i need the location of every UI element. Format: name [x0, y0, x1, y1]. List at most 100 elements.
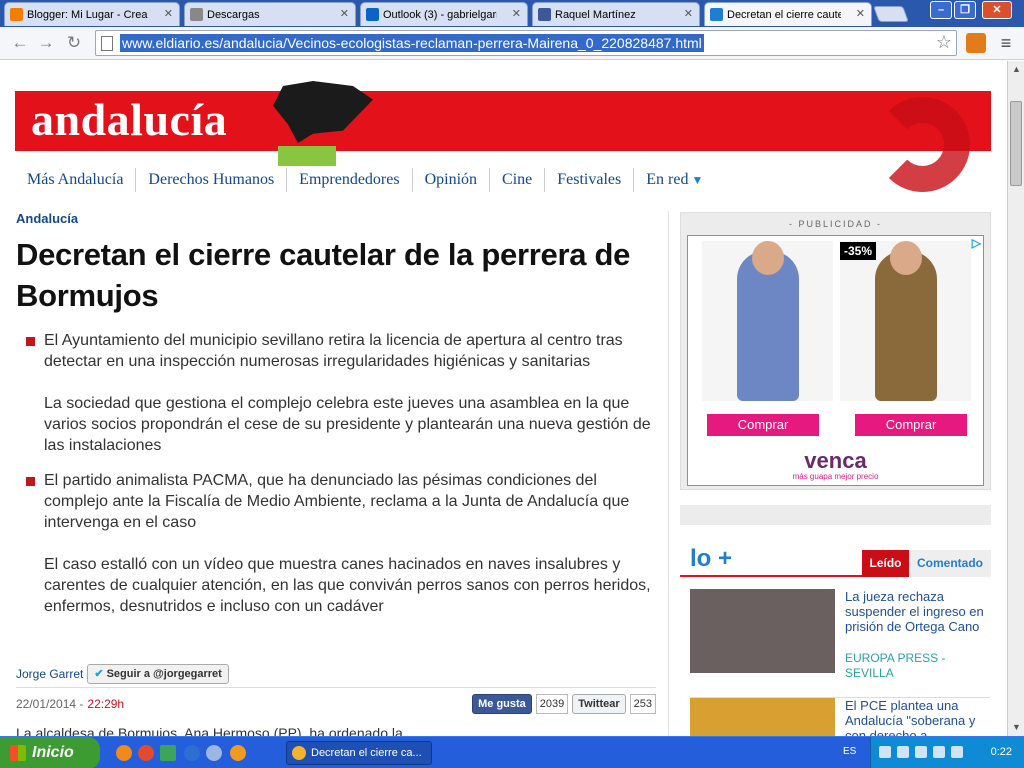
new-tab-button[interactable]	[873, 6, 909, 22]
firefox-icon[interactable]	[230, 745, 246, 761]
summary-paragraph: El partido animalista PACMA, que ha denu…	[44, 472, 630, 531]
reload-icon[interactable]: ↻	[64, 32, 84, 54]
close-tab-icon[interactable]: ✕	[856, 7, 865, 20]
tab-eldiario[interactable]: Decretan el cierre cautel ✕	[704, 2, 872, 26]
nav-festivales[interactable]: Festivales	[545, 168, 635, 192]
tab-leido[interactable]: Leído	[862, 550, 909, 577]
brand-tagline: más guapa mejor precio	[792, 472, 879, 481]
nav-opinion[interactable]: Opinión	[413, 168, 491, 192]
most-popular-item[interactable]: La jueza rechaza suspender el ingreso en…	[690, 589, 990, 689]
taskbar-window-label: Decretan el cierre ca...	[311, 747, 422, 759]
windows-taskbar: Inicio Decretan el cierre ca... ES 0:22	[0, 736, 1024, 768]
rss-icon[interactable]	[966, 33, 986, 53]
discount-badge: -35%	[840, 242, 877, 260]
brand-logo[interactable]: venca	[688, 448, 983, 474]
tray-arrow-icon[interactable]	[879, 746, 891, 758]
start-button[interactable]: Inicio	[0, 737, 100, 768]
volume-icon[interactable]	[933, 746, 945, 758]
clock: 0:22	[990, 746, 1012, 758]
safely-remove-icon[interactable]	[951, 746, 963, 758]
scroll-up-icon[interactable]: ▲	[1009, 62, 1024, 77]
close-tab-icon[interactable]: ✕	[512, 7, 521, 20]
back-arrow-icon[interactable]: ←	[10, 32, 30, 54]
facebook-icon	[538, 8, 551, 21]
nav-derechos-humanos[interactable]: Derechos Humanos	[136, 168, 288, 192]
system-tray: ES 0:22	[843, 737, 1024, 768]
quicklaunch-icon[interactable]	[116, 745, 132, 761]
close-window-button[interactable]: ✕	[982, 1, 1012, 19]
close-tab-icon[interactable]: ✕	[164, 7, 173, 20]
nav-cine[interactable]: Cine	[490, 168, 546, 192]
scroll-down-icon[interactable]: ▼	[1009, 720, 1024, 735]
most-popular-widget: lo + Leído Comentado La jueza rechaza su…	[680, 545, 991, 736]
article: Andalucía Decretan el cierre cautelar de…	[16, 211, 656, 617]
nav-mas-andalucia[interactable]: Más Andalucía	[15, 168, 137, 192]
ad-creative[interactable]: -35% ▷ Comprar Comprar venca más guapa m…	[687, 235, 984, 486]
tab-title: Descargas	[207, 8, 260, 21]
maximize-button[interactable]: ❐	[954, 1, 976, 19]
tab-descargas[interactable]: Descargas ✕	[184, 2, 356, 26]
bullet-square-icon	[26, 337, 35, 346]
tab-blogger[interactable]: Blogger: Mi Lugar - Crea ✕	[4, 2, 180, 26]
bookmark-star-icon[interactable]: ☆	[936, 32, 952, 53]
download-icon	[190, 8, 203, 21]
decorative-circle	[875, 97, 970, 192]
twitter-tweet-button[interactable]: Twittear	[572, 694, 626, 714]
ie-icon[interactable]	[184, 745, 200, 761]
address-bar[interactable]: www.eldiario.es/andalucia/Vecinos-ecolog…	[95, 30, 957, 56]
section-logo[interactable]: andalucía	[31, 93, 227, 146]
chrome-icon[interactable]	[138, 745, 154, 761]
vertical-scrollbar[interactable]: ▲ ▼	[1007, 61, 1024, 736]
blogger-icon	[10, 8, 23, 21]
menu-icon[interactable]: ≡	[996, 33, 1016, 53]
facebook-like-button[interactable]: Me gusta	[472, 694, 532, 714]
section-nav: Más Andalucía Derechos Humanos Emprended…	[15, 161, 795, 199]
nav-emprendedores[interactable]: Emprendedores	[287, 168, 413, 192]
tab-outlook[interactable]: Outlook (3) - gabrielgarr ✕	[360, 2, 528, 26]
network-icon[interactable]	[897, 746, 909, 758]
story-thumbnail[interactable]	[690, 698, 835, 736]
page-content: andalucía Más Andalucía Derechos Humanos…	[0, 61, 1007, 736]
twitter-bird-icon: ✔	[94, 668, 104, 680]
article-time: 22:29h	[87, 696, 125, 711]
summary-paragraph: El Ayuntamiento del municipio sevillano …	[44, 332, 623, 370]
tab-facebook[interactable]: Raquel Martínez ✕	[532, 2, 700, 26]
nav-en-red[interactable]: En red ▼	[634, 168, 715, 192]
scrollbar-thumb[interactable]	[1010, 101, 1022, 186]
article-date: 22/01/2014 -	[16, 696, 84, 711]
nav-en-red-label: En red	[646, 171, 689, 188]
adchoices-icon[interactable]: ▷	[972, 236, 981, 250]
section-banner[interactable]: andalucía	[15, 81, 991, 192]
antivirus-icon[interactable]	[915, 746, 927, 758]
forward-arrow-icon[interactable]: →	[36, 32, 56, 54]
close-tab-icon[interactable]: ✕	[340, 7, 349, 20]
page-icon	[101, 36, 113, 51]
messenger-icon[interactable]	[206, 745, 222, 761]
story-headline[interactable]: El PCE plantea una Andalucía "soberana y…	[845, 698, 985, 736]
most-popular-item[interactable]: El PCE plantea una Andalucía "soberana y…	[690, 697, 990, 736]
close-tab-icon[interactable]: ✕	[684, 7, 693, 20]
summary-paragraph: La sociedad que gestiona el complejo cel…	[44, 395, 651, 454]
buy-button[interactable]: Comprar	[707, 414, 819, 436]
article-kicker[interactable]: Andalucía	[16, 211, 656, 226]
story-source: EUROPA PRESS -	[845, 651, 946, 665]
url-text[interactable]: www.eldiario.es/andalucia/Vecinos-ecolog…	[120, 34, 704, 52]
buy-button[interactable]: Comprar	[855, 414, 967, 436]
spreadsheet-icon[interactable]	[160, 745, 176, 761]
dateline: 22/01/2014 - 22:29h Me gusta 2039 Twitte…	[16, 687, 656, 719]
taskbar-window-chrome[interactable]: Decretan el cierre ca...	[286, 741, 432, 765]
story-location: SEVILLA	[845, 666, 894, 680]
ad-product-image[interactable]	[840, 241, 971, 401]
story-headline[interactable]: La jueza rechaza suspender el ingreso en…	[845, 589, 985, 634]
story-thumbnail[interactable]	[690, 589, 835, 673]
tab-comentado[interactable]: Comentado	[909, 550, 991, 577]
author-link[interactable]: Jorge Garret	[16, 667, 83, 681]
follow-twitter-button[interactable]: ✔ Seguir a @jorgegarret	[87, 664, 229, 684]
model-head	[890, 241, 922, 275]
share-bar: Me gusta 2039 Twittear 253	[472, 694, 656, 714]
language-indicator[interactable]: ES	[843, 746, 856, 757]
minimize-button[interactable]: –	[930, 1, 952, 19]
ad-product-image[interactable]	[702, 241, 833, 401]
bullet-square-icon	[26, 477, 35, 486]
ad-box: - PUBLICIDAD - -35% ▷ Comprar Comprar ve…	[680, 212, 991, 490]
